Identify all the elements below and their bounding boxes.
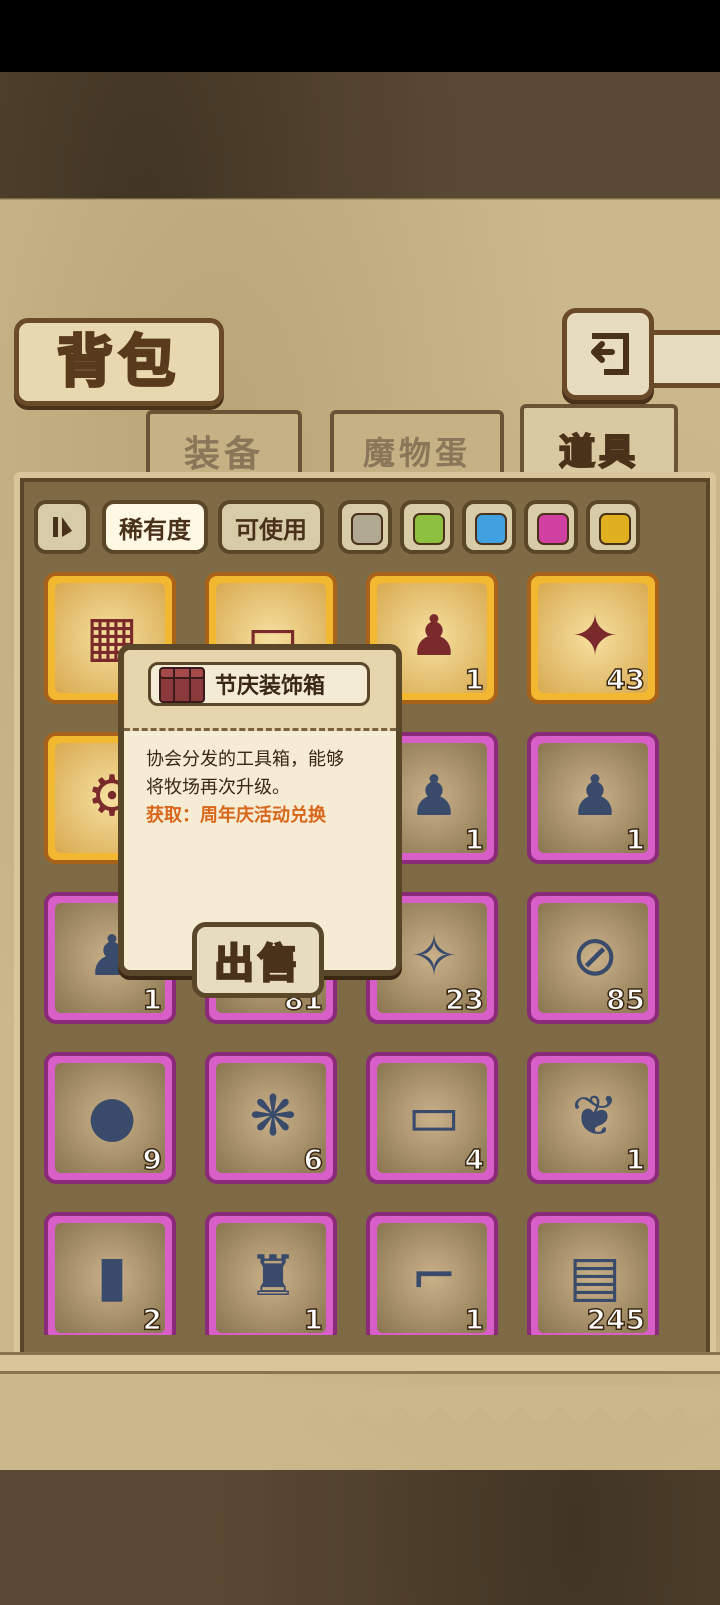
item-slot[interactable]: ❦ 1 (527, 1052, 659, 1184)
back-button[interactable] (562, 308, 654, 400)
color-filter-gold[interactable] (586, 500, 640, 554)
panel-bottom-rail (0, 1352, 720, 1374)
item-count: 6 (303, 1142, 324, 1177)
sort-toggle-icon (53, 517, 72, 537)
tab-items-label: 道具 (558, 431, 639, 474)
item-count: 1 (625, 822, 646, 857)
item-count: 245 (586, 1302, 646, 1335)
color-filter-blue[interactable] (462, 500, 516, 554)
back-arrow-icon (591, 333, 629, 375)
item-count: 2 (142, 1302, 163, 1335)
crate-icon (159, 667, 205, 703)
sort-toggle-button[interactable] (34, 500, 90, 554)
item-count: 1 (464, 822, 485, 857)
item-count: 4 (464, 1142, 485, 1177)
item-slot[interactable]: ▭ 4 (366, 1052, 498, 1184)
popup-desc-line-1: 协会分发的工具箱，能够 (146, 749, 344, 770)
item-slot[interactable]: ♟ 1 (527, 732, 659, 864)
item-slot[interactable]: ⌐ 1 (366, 1212, 498, 1335)
popup-description: 协会分发的工具箱，能够 将牧场再次升级。 (146, 746, 382, 802)
pink-swatch-icon (537, 513, 569, 545)
item-count: 9 (142, 1142, 163, 1177)
color-filter-gray[interactable] (338, 500, 392, 554)
gold-swatch-icon (599, 513, 631, 545)
page-title: 背包 (56, 328, 181, 396)
green-swatch-icon (413, 513, 445, 545)
item-slot[interactable]: ⊘ 85 (527, 892, 659, 1024)
item-count: 43 (605, 662, 645, 697)
item-count: 23 (444, 982, 484, 1017)
popup-source: 获取：周年庆活动兑换 (146, 805, 326, 826)
color-filter-green[interactable] (400, 500, 454, 554)
item-slot[interactable]: ♜ 1 (205, 1212, 337, 1335)
item-count: 1 (303, 1302, 324, 1335)
tab-equipment-label: 装备 (183, 434, 264, 475)
item-count: 1 (142, 982, 163, 1017)
blue-swatch-icon (475, 513, 507, 545)
popup-desc-line-2: 将牧场再次升级。 (146, 777, 290, 798)
item-slot[interactable]: ✦ 43 (527, 572, 659, 704)
item-count: 85 (605, 982, 645, 1017)
item-slot[interactable]: ● 9 (44, 1052, 176, 1184)
item-slot[interactable]: ▮ 2 (44, 1212, 176, 1335)
item-count: 1 (464, 1302, 485, 1335)
parchment-bottom-edge (0, 1385, 720, 1425)
color-filter-pink[interactable] (524, 500, 578, 554)
item-count: 1 (464, 662, 485, 697)
item-count: 1 (625, 1142, 646, 1177)
gray-swatch-icon (351, 513, 383, 545)
sell-button[interactable]: 出售 (192, 922, 324, 998)
usable-filter-button[interactable]: 可使用 (218, 500, 324, 554)
tab-monster-eggs-label: 魔物蛋 (362, 434, 471, 472)
item-slot[interactable]: ▤ 245 (527, 1212, 659, 1335)
item-slot[interactable]: ❋ 6 (205, 1052, 337, 1184)
status-bar (0, 0, 720, 72)
rarity-filter-button[interactable]: 稀有度 (102, 500, 208, 554)
